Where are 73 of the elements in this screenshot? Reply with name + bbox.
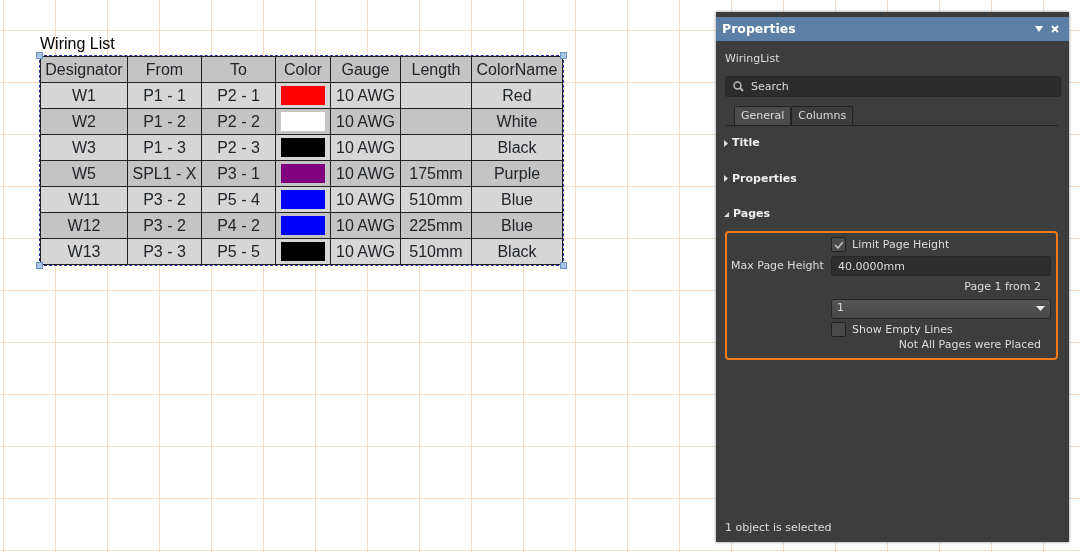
- table-cell: P1 - 3: [127, 134, 202, 161]
- object-type: WiringList: [725, 51, 780, 67]
- table-cell: P2 - 1: [201, 82, 276, 109]
- panel-title: Properties: [722, 19, 797, 38]
- table-cell: P2 - 2: [201, 108, 276, 135]
- column-header: Gauge: [330, 56, 401, 83]
- table-cell: 225mm: [400, 212, 472, 239]
- table-cell: W2: [40, 108, 128, 135]
- table-cell: W5: [40, 160, 128, 187]
- section-header[interactable]: Title: [724, 135, 760, 152]
- table-cell: 510mm: [400, 238, 472, 265]
- table-cell: P3 - 1: [201, 160, 276, 187]
- table-cell: P3 - 2: [127, 186, 202, 213]
- collapse-icon: [724, 211, 729, 217]
- table-cell: Blue: [471, 186, 563, 213]
- height-field[interactable]: 40.0000mm: [831, 256, 1051, 276]
- table-cell: P1 - 1: [127, 82, 202, 109]
- column-header: Designator: [40, 56, 128, 83]
- column-header: Length: [400, 56, 472, 83]
- selection-handle[interactable]: [36, 262, 43, 269]
- table-title: Wiring List: [40, 34, 115, 54]
- table-cell: 10 AWG: [330, 82, 401, 109]
- search-field[interactable]: Search: [725, 75, 1061, 97]
- section-header[interactable]: Properties: [724, 170, 797, 187]
- table-cell: Blue: [471, 212, 563, 239]
- column-header: ColorName: [471, 56, 563, 83]
- caret-icon: [1036, 306, 1045, 311]
- table-cell: W13: [40, 238, 128, 265]
- selection-handle[interactable]: [560, 262, 567, 269]
- table-cell: Black: [471, 238, 563, 265]
- status-text: 1 object is selected: [725, 519, 832, 536]
- table-cell: P5 - 5: [201, 238, 276, 265]
- table-cell: W3: [40, 134, 128, 161]
- checkbox[interactable]: [831, 237, 846, 253]
- table-cell: 10 AWG: [330, 212, 401, 239]
- table-cell: Purple: [471, 160, 563, 187]
- selection-handle[interactable]: [560, 52, 567, 59]
- field-label: Max Page Height: [731, 257, 825, 274]
- column-header: From: [127, 56, 202, 83]
- expand-icon: [724, 139, 728, 147]
- tab[interactable]: General: [734, 105, 792, 125]
- column-header: Color: [275, 56, 331, 83]
- table-cell: Black: [471, 134, 563, 161]
- table-cell: P3 - 3: [127, 238, 202, 265]
- table-cell: 10 AWG: [330, 160, 401, 187]
- table-cell: 10 AWG: [330, 186, 401, 213]
- placement-note: Not All Pages were Placed: [898, 338, 1041, 351]
- table-cell: P1 - 2: [127, 108, 202, 135]
- table-cell: Red: [471, 82, 563, 109]
- section-header[interactable]: Pages: [724, 206, 771, 223]
- table-cell: P2 - 3: [201, 134, 276, 161]
- selection-handle[interactable]: [36, 52, 43, 59]
- page-info: Page 1 from 2: [964, 280, 1041, 293]
- page-select[interactable]: 1: [831, 298, 1051, 319]
- expand-icon: [724, 175, 728, 183]
- table-cell: 10 AWG: [330, 134, 401, 161]
- table-cell: SPL1 - X: [127, 160, 202, 187]
- table-cell: P4 - 2: [201, 212, 276, 239]
- table-cell: 510mm: [400, 186, 472, 213]
- table-cell: 175mm: [400, 160, 472, 187]
- tab[interactable]: Columns: [791, 105, 854, 125]
- table-cell: White: [471, 108, 563, 135]
- checkbox[interactable]: [831, 322, 846, 338]
- table-cell: 10 AWG: [330, 108, 401, 135]
- table-cell: P5 - 4: [201, 186, 276, 213]
- table-cell: W12: [40, 212, 128, 239]
- table-cell: W11: [40, 186, 128, 213]
- checkbox-label: Show Empty Lines: [852, 321, 953, 338]
- column-header: To: [201, 56, 276, 83]
- table-cell: 10 AWG: [330, 238, 401, 265]
- table-cell: W1: [40, 82, 128, 109]
- table-cell: P3 - 2: [127, 212, 202, 239]
- checkbox-label: Limit Page Height: [852, 236, 950, 253]
